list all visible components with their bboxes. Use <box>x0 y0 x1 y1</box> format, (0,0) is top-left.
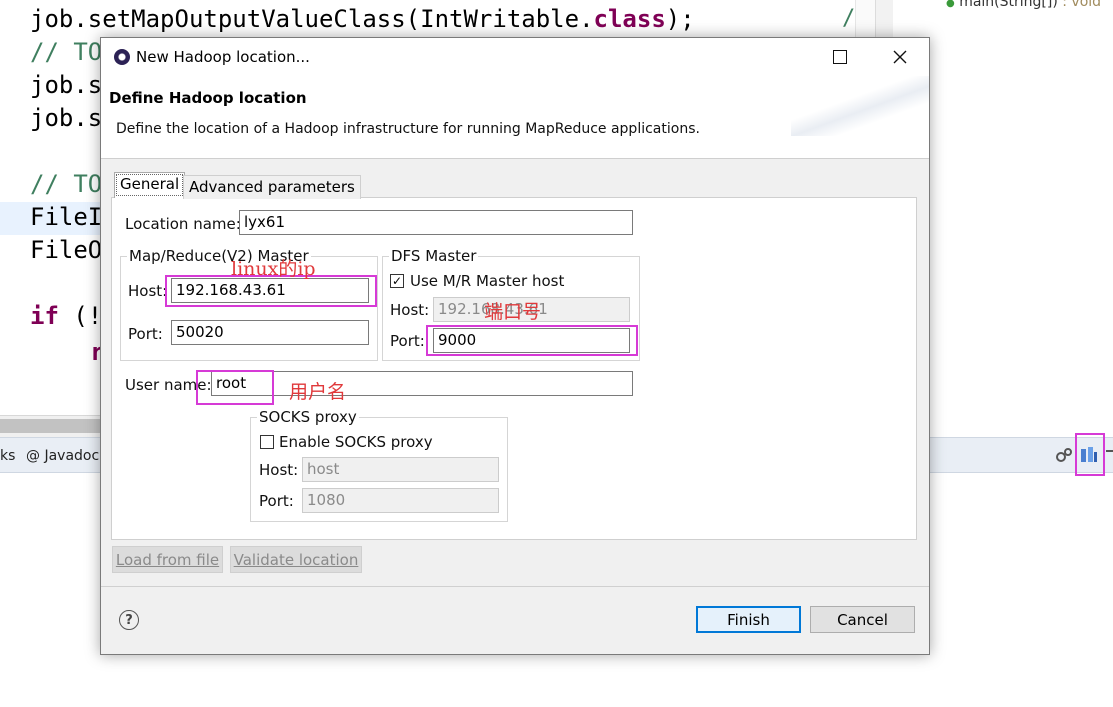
annotation-port-number: 端口号 <box>484 301 542 323</box>
map-reduce-icon[interactable] <box>1055 446 1073 464</box>
overview-ruler-mark: / <box>842 6 856 31</box>
close-icon <box>893 50 907 64</box>
code-line-3: job.s <box>30 71 103 99</box>
code-line-7: FileI <box>30 203 103 231</box>
use-mr-master-label: Use M/R Master host <box>410 272 565 290</box>
load-from-file-button[interactable]: Load from file <box>112 546 223 573</box>
user-name-input[interactable]: root <box>211 371 633 396</box>
mr-port-label: Port: <box>128 325 163 343</box>
code-line-2: // TO <box>30 38 103 66</box>
minimize-icon[interactable] <box>1106 450 1113 452</box>
header-banner-image <box>791 76 929 136</box>
tab-general[interactable]: General <box>114 172 186 198</box>
header-title: Define Hadoop location <box>109 89 307 107</box>
eclipse-icon <box>114 49 130 65</box>
annotation-linux-ip: linux的ip <box>231 258 316 280</box>
annotation-username: 用户名 <box>289 381 347 403</box>
socks-port-input[interactable]: 1080 <box>302 488 499 513</box>
enable-socks-checkbox[interactable] <box>260 435 274 449</box>
tab-javadoc[interactable]: @ Javadoc <box>26 448 99 464</box>
dialog-title: New Hadoop location... <box>136 48 310 66</box>
code-line-1: job.setMapOutputValueClass(IntWritable.c… <box>30 5 695 33</box>
code-line-8: FileO <box>30 236 103 264</box>
tab-tasks[interactable]: ks <box>0 448 15 464</box>
mr-port-input[interactable]: 50020 <box>171 320 369 345</box>
code-line-10: if (! <box>30 302 103 330</box>
enable-socks-label: Enable SOCKS proxy <box>279 433 433 451</box>
annotation-box-dfs-port <box>426 325 638 356</box>
code-line-6: // TO <box>30 170 103 198</box>
code-line-4: job.s <box>30 104 103 132</box>
validate-location-button[interactable]: Validate location <box>230 546 362 573</box>
header-description: Define the location of a Hadoop infrastr… <box>116 121 700 137</box>
outline-method-item[interactable]: ● main(String[]) : void <box>946 0 1101 10</box>
method-icon: ● <box>946 0 955 9</box>
checkmark-icon: ✓ <box>391 274 403 288</box>
maximize-button[interactable] <box>811 38 869 76</box>
use-mr-master-checkbox[interactable]: ✓ <box>390 274 404 288</box>
socks-host-label: Host: <box>259 461 299 479</box>
help-icon[interactable]: ? <box>119 610 139 630</box>
annotation-box-user-name <box>196 370 274 405</box>
dfs-master-label: DFS Master <box>389 247 479 265</box>
button-bar-separator <box>101 586 929 587</box>
location-name-label: Location name: <box>125 215 241 233</box>
maximize-icon <box>833 50 847 64</box>
finish-button[interactable]: Finish <box>696 606 801 633</box>
cancel-button[interactable]: Cancel <box>810 606 915 633</box>
dfs-host-label: Host: <box>390 301 430 319</box>
dfs-port-label: Port: <box>390 332 425 350</box>
socks-host-input[interactable]: host <box>302 457 499 482</box>
tab-advanced-parameters[interactable]: Advanced parameters <box>183 175 361 199</box>
annotation-box-toolbar-icon <box>1075 433 1105 476</box>
mr-host-label: Host: <box>128 282 168 300</box>
close-button[interactable] <box>871 38 929 76</box>
socks-port-label: Port: <box>259 492 294 510</box>
socks-proxy-label: SOCKS proxy <box>257 408 359 426</box>
scrollbar-thumb[interactable] <box>0 419 100 433</box>
location-name-input[interactable]: lyx61 <box>239 210 633 235</box>
